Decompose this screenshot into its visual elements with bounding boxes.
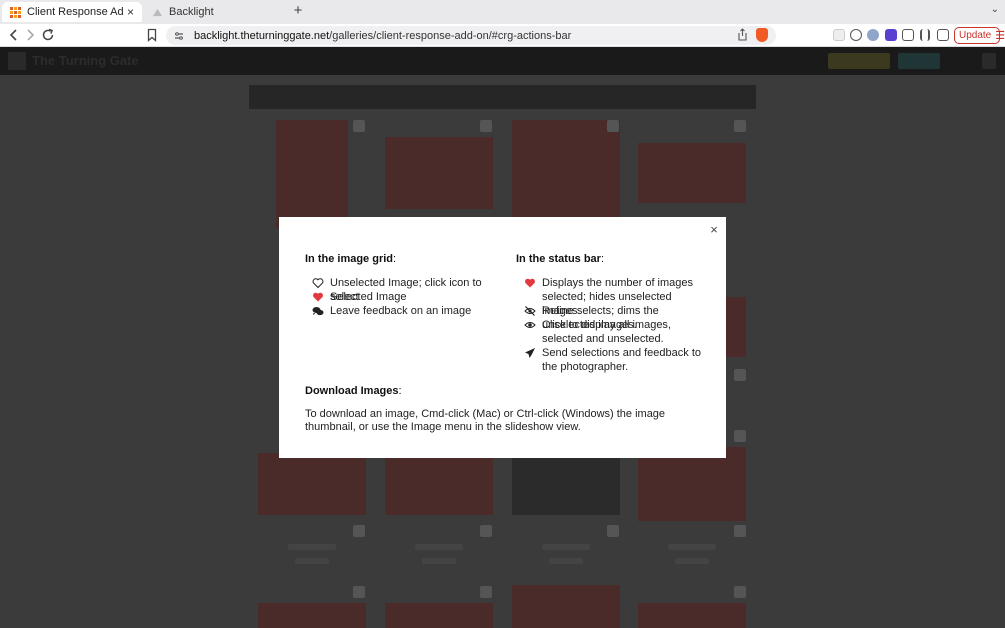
image-caption (668, 544, 716, 550)
turning-gate-favicon-icon (10, 6, 21, 18)
heart-outline-icon (734, 120, 746, 132)
heart-filled-icon (313, 292, 323, 302)
back-arrow-icon[interactable] (6, 27, 22, 43)
download-section-title: Download Images: (305, 385, 402, 397)
image-thumbnail (276, 120, 348, 228)
tab-client-response[interactable]: Client Response Add-on - The × (2, 2, 142, 22)
url-path: /galleries/client-response-add-on/#crg-a… (329, 29, 572, 42)
image-caption (422, 558, 456, 564)
header-button-yellow (828, 53, 890, 69)
browser-toolbar: backlight.theturninggate.net/galleries/c… (0, 24, 1005, 47)
comments-icon (312, 307, 324, 316)
image-thumbnail (385, 453, 493, 515)
tab-backlight[interactable]: Backlight (144, 2, 284, 22)
image-thumbnail (258, 453, 366, 515)
image-thumbnail (512, 585, 620, 628)
help-dialog: × In the image grid: Unselected Image; c… (279, 217, 726, 458)
image-thumbnail (385, 603, 493, 628)
list-item-text: Click to display all images, selected an… (542, 319, 671, 345)
heart-outline-icon (480, 586, 492, 598)
media-icon[interactable] (920, 29, 930, 41)
eye-icon (524, 322, 536, 328)
image-caption (415, 544, 463, 550)
comments-icon (607, 525, 619, 537)
comments-icon (734, 369, 746, 381)
backlight-favicon-icon (152, 8, 163, 16)
list-item: Selected Image (312, 290, 512, 304)
tab-label: Backlight (169, 6, 214, 18)
status-section-title: In the status bar: (516, 253, 605, 265)
download-instructions: To download an image, Cmd-click (Mac) or… (305, 408, 666, 433)
image-caption (675, 558, 709, 564)
comments-icon (480, 525, 492, 537)
site-header: The Turning Gate (0, 47, 1005, 75)
sidebar-icon[interactable] (937, 29, 949, 41)
reader-icon[interactable] (850, 29, 862, 41)
new-tab-button[interactable]: + (290, 3, 306, 19)
comments-icon (353, 525, 365, 537)
list-item: Send selections and feedback to the phot… (524, 346, 704, 374)
tab-close-icon[interactable]: × (127, 5, 134, 19)
heart-outline-icon (480, 120, 492, 132)
image-caption (295, 558, 329, 564)
image-thumbnail (512, 120, 620, 228)
forward-arrow-icon[interactable] (22, 27, 38, 43)
tab-bar: Client Response Add-on - The × Backlight… (0, 0, 1005, 24)
crg-actions-bar (249, 85, 756, 109)
tab-list-chevron-icon[interactable]: ⌄ (991, 4, 999, 15)
eye-slash-icon (524, 306, 536, 316)
search-icon (982, 53, 996, 69)
image-caption (542, 544, 590, 550)
list-item-text: Send selections and feedback to the phot… (542, 347, 702, 373)
bookmark-icon[interactable] (144, 27, 160, 43)
send-icon (525, 348, 535, 358)
image-thumbnail (258, 603, 366, 628)
header-button-teal (898, 53, 940, 69)
update-label: Update (959, 30, 992, 41)
site-name: The Turning Gate (32, 53, 139, 68)
translate-extension-icon[interactable] (867, 29, 879, 41)
list-item-text: Selected Image (330, 291, 407, 303)
site-settings-icon[interactable] (174, 31, 184, 41)
puzzle-extensions-icon[interactable] (902, 29, 914, 41)
grid-section-title: In the image grid: (305, 253, 397, 265)
share-icon[interactable] (737, 28, 748, 41)
list-item-text: Leave feedback on an image (330, 305, 472, 317)
address-bar[interactable]: backlight.theturninggate.net/galleries/c… (166, 26, 776, 45)
brave-shields-icon[interactable] (756, 28, 768, 42)
image-thumbnail (385, 137, 493, 209)
tab-label: Client Response Add-on - The (27, 6, 123, 18)
heart-outline-icon (734, 430, 746, 442)
url-text: backlight.theturninggate.net/galleries/c… (194, 30, 571, 42)
dialog-close-icon[interactable]: × (707, 223, 721, 237)
image-caption (549, 558, 583, 564)
heart-outline-icon (607, 120, 619, 132)
image-thumbnail (638, 143, 746, 203)
extension-icon[interactable] (833, 29, 845, 41)
heart-outline-icon (734, 586, 746, 598)
heart-outline-icon (312, 278, 324, 289)
list-item: Click to display all images, selected an… (524, 318, 704, 346)
heart-outline-icon (353, 120, 365, 132)
reload-icon[interactable] (40, 27, 56, 43)
image-caption (288, 544, 336, 550)
list-item: Leave feedback on an image (312, 304, 512, 318)
update-button[interactable]: Update ☰ (954, 27, 1005, 44)
heart-filled-icon (525, 278, 535, 288)
heart-outline-icon (353, 586, 365, 598)
comments-icon (734, 525, 746, 537)
site-logo (8, 52, 26, 70)
image-thumbnail (638, 447, 746, 521)
image-thumbnail (638, 603, 746, 628)
url-host: backlight.theturninggate.net (194, 29, 330, 42)
menu-icon: ☰ (995, 30, 1005, 42)
extension-badge-icon[interactable] (885, 29, 897, 41)
